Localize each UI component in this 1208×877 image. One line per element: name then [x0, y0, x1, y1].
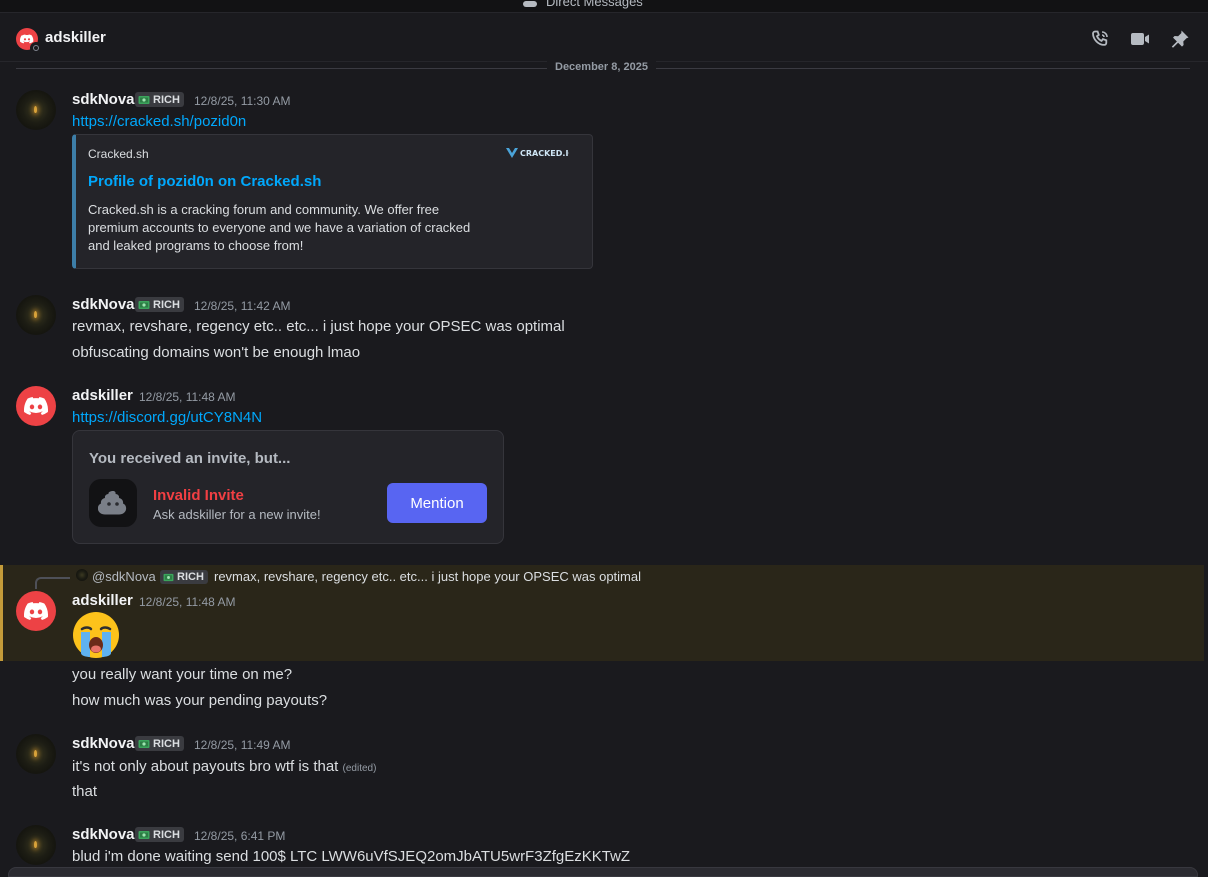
invite-title: Invalid Invite: [153, 487, 244, 504]
pin-icon[interactable]: [1170, 29, 1190, 49]
role-tag[interactable]: RICH: [135, 92, 184, 107]
avatar[interactable]: [16, 90, 56, 130]
message-text: how much was your pending payouts?: [72, 692, 328, 709]
reply-spine: [35, 577, 70, 589]
role-tag-label: RICH: [153, 828, 180, 841]
message-composer[interactable]: [8, 867, 1198, 877]
money-icon: [163, 573, 174, 581]
avatar[interactable]: [16, 386, 56, 426]
message-author[interactable]: sdkNova: [72, 91, 135, 108]
reply-role-tag[interactable]: RICH: [160, 570, 208, 584]
topbar-title: Direct Messages: [546, 0, 643, 9]
avatar[interactable]: [16, 825, 56, 865]
loudly-crying-face-icon[interactable]: [72, 611, 120, 659]
message-author[interactable]: sdkNova: [72, 296, 135, 313]
message-timestamp[interactable]: 12/8/25, 11:48 AM: [139, 595, 236, 609]
mention-button[interactable]: Mention: [387, 483, 487, 523]
reply-preview[interactable]: revmax, revshare, regency etc.. etc... i…: [214, 569, 641, 584]
message-author[interactable]: adskiller: [72, 387, 133, 404]
role-tag[interactable]: RICH: [135, 297, 184, 312]
top-title-bar: Direct Messages: [0, 0, 1208, 13]
message-timestamp[interactable]: 12/8/25, 6:41 PM: [194, 829, 285, 843]
message-link[interactable]: https://discord.gg/utCY8N4N: [72, 409, 262, 426]
message-text-content: it's not only about payouts bro wtf is t…: [72, 758, 339, 775]
avatar[interactable]: [16, 295, 56, 335]
message-timestamp[interactable]: 12/8/25, 11:48 AM: [139, 390, 236, 404]
message-author[interactable]: sdkNova: [72, 735, 135, 752]
reply-avatar[interactable]: [76, 569, 88, 581]
friends-icon: [522, 0, 538, 10]
edited-label[interactable]: (edited): [343, 763, 377, 774]
money-icon: [138, 739, 150, 748]
message-text: that: [72, 783, 98, 800]
video-icon[interactable]: [1130, 29, 1150, 49]
link-embed: Cracked.sh Profile of pozid0n on Cracked…: [72, 134, 593, 269]
reply-author[interactable]: @sdkNova: [92, 569, 156, 584]
role-tag-label: RICH: [177, 571, 204, 583]
message-timestamp[interactable]: 12/8/25, 11:42 AM: [194, 299, 291, 313]
invite-subtitle: Ask adskiller for a new invite!: [153, 507, 321, 522]
message-timestamp[interactable]: 12/8/25, 11:49 AM: [194, 738, 291, 752]
role-tag-label: RICH: [153, 298, 180, 311]
message-author[interactable]: adskiller: [72, 592, 133, 609]
embed-title[interactable]: Profile of pozid0n on Cracked.sh: [88, 173, 321, 190]
role-tag-label: RICH: [153, 93, 180, 106]
message-author[interactable]: sdkNova: [72, 826, 135, 843]
message-timestamp[interactable]: 12/8/25, 11:30 AM: [194, 94, 291, 108]
invite-heading: You received an invite, but...: [89, 450, 291, 467]
dm-header-name[interactable]: adskiller: [45, 29, 106, 46]
discord-logo-icon: [24, 602, 48, 620]
embed-thumbnail-logo[interactable]: CRACKED.IO: [505, 146, 575, 160]
embed-provider[interactable]: Cracked.sh: [88, 147, 149, 161]
role-tag-label: RICH: [153, 737, 180, 750]
role-tag[interactable]: RICH: [135, 827, 184, 842]
avatar[interactable]: [16, 734, 56, 774]
avatar[interactable]: [16, 591, 56, 631]
message-text: it's not only about payouts bro wtf is t…: [72, 758, 376, 775]
embed-thumbnail-text: CRACKED.IO: [520, 149, 569, 158]
message-text: blud i'm done waiting send 100$ LTC LWW6…: [72, 848, 631, 865]
message-text: obfuscating domains won't be enough lmao: [72, 344, 361, 361]
message-link[interactable]: https://cracked.sh/pozid0n: [72, 113, 246, 130]
role-tag[interactable]: RICH: [135, 736, 184, 751]
money-icon: [138, 830, 150, 839]
phone-call-icon[interactable]: [1090, 29, 1110, 49]
embed-description: Cracked.sh is a cracking forum and commu…: [88, 202, 471, 253]
status-indicator-icon: [30, 42, 42, 54]
invite-card: You received an invite, but... Invalid I…: [72, 430, 504, 544]
dm-header: adskiller: [0, 13, 1208, 62]
discord-logo-icon: [24, 397, 48, 415]
invalid-invite-icon: [89, 479, 137, 527]
money-icon: [138, 300, 150, 309]
money-icon: [138, 95, 150, 104]
date-divider-label: December 8, 2025: [547, 61, 656, 73]
message-text: you really want your time on me?: [72, 666, 293, 683]
message-text: revmax, revshare, regency etc.. etc... i…: [72, 318, 565, 335]
